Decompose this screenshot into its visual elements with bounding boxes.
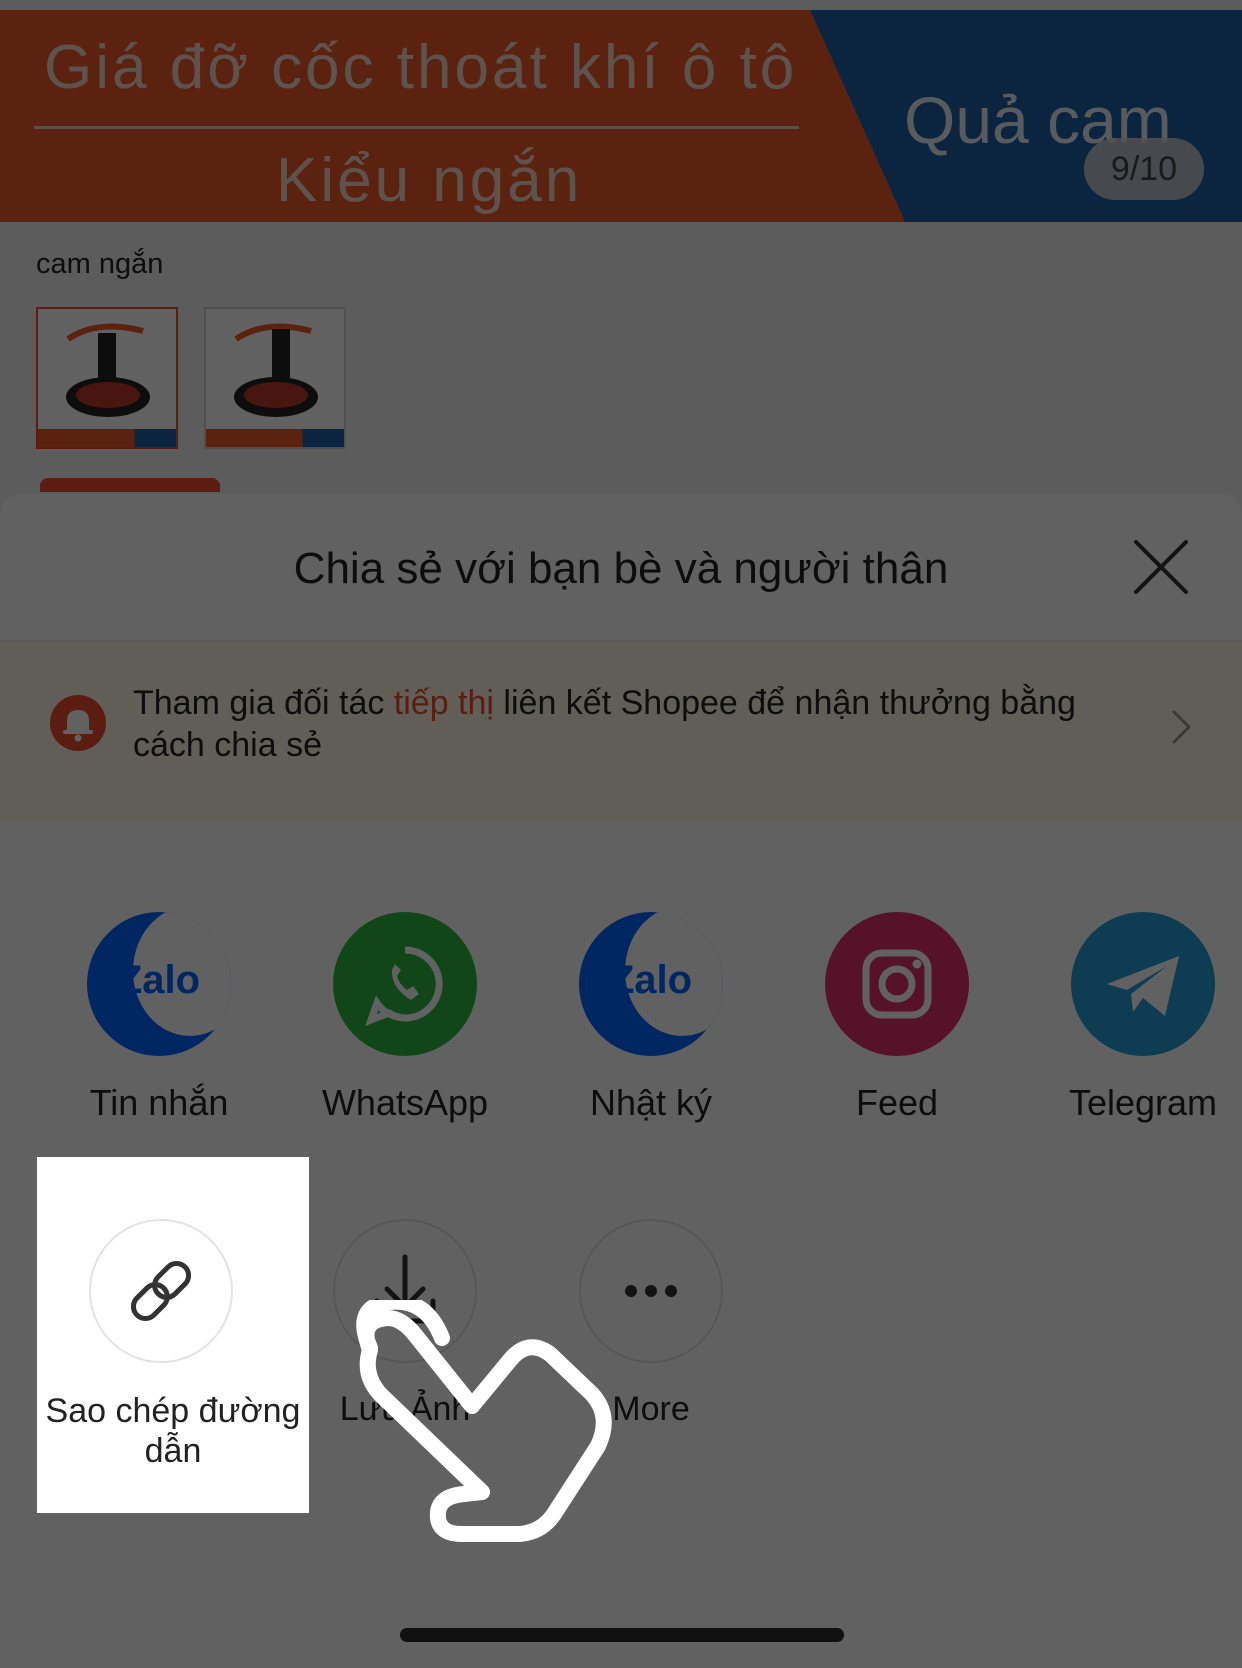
share-instagram-feed[interactable]: Feed [772,912,1022,1124]
thumbnail-strip [38,429,176,447]
zalo-icon-text: Zalo [117,958,201,1002]
chevron-right-icon [1171,709,1192,745]
zalo-icon-text: Zalo [609,958,693,1002]
share-zalo-timeline[interactable]: Zalo Nhật ký [526,912,776,1124]
banner-divider [34,126,799,129]
copy-link-button[interactable]: Sao chép đường dẫn [37,1157,309,1513]
cup-holder-image [234,323,318,417]
banner-title-line1: Giá đỡ cốc thoát khí ô tô [44,33,798,102]
banner-title-line2: Kiểu ngắn [276,146,583,215]
share-label: Nhật ký [589,1082,713,1123]
share-label: Feed [855,1082,939,1123]
promo-text-start: Tham gia đối tác [133,684,394,722]
whatsapp-icon [333,912,477,1056]
promo-text-highlight: tiếp thị [393,684,494,722]
share-label: WhatsApp [321,1082,489,1123]
home-indicator [400,1628,844,1642]
cup-holder-image [66,323,150,417]
zalo-icon: Zalo [579,912,723,1056]
close-icon[interactable] [1128,534,1194,600]
affiliate-promo-banner[interactable]: Tham gia đối tác tiếp thị liên kết Shope… [0,642,1242,820]
variant-label: cam ngắn [36,248,164,280]
pointing-hand-icon [356,1300,612,1542]
affiliate-promo-text: Tham gia đối tác tiếp thị liên kết Shope… [133,682,1113,766]
link-icon [89,1219,233,1363]
telegram-icon [1071,912,1215,1056]
share-whatsapp[interactable]: WhatsApp [280,912,530,1124]
share-sheet-title: Chia sẻ với bạn bè và người thân [293,544,949,593]
image-counter-badge: 9/10 [1084,138,1204,200]
variant-thumbnail-selected[interactable] [36,307,178,449]
action-label: Sao chép đường dẫn [45,1392,301,1470]
share-label: Telegram [1068,1082,1218,1123]
bell-icon [50,695,106,751]
share-label: Tin nhắn [89,1082,229,1123]
thumbnail-strip [206,429,344,447]
instagram-icon [825,912,969,1056]
product-image-banner[interactable]: Giá đỡ cốc thoát khí ô tô Kiểu ngắn Quả … [0,10,1242,222]
share-sheet-header: Chia sẻ với bạn bè và người thân [0,494,1242,642]
zalo-icon: Zalo [87,912,231,1056]
share-zalo-message[interactable]: Zalo Tin nhắn [34,912,284,1124]
share-telegram[interactable]: Telegram [1018,912,1242,1124]
variant-thumbnail[interactable] [204,307,346,449]
